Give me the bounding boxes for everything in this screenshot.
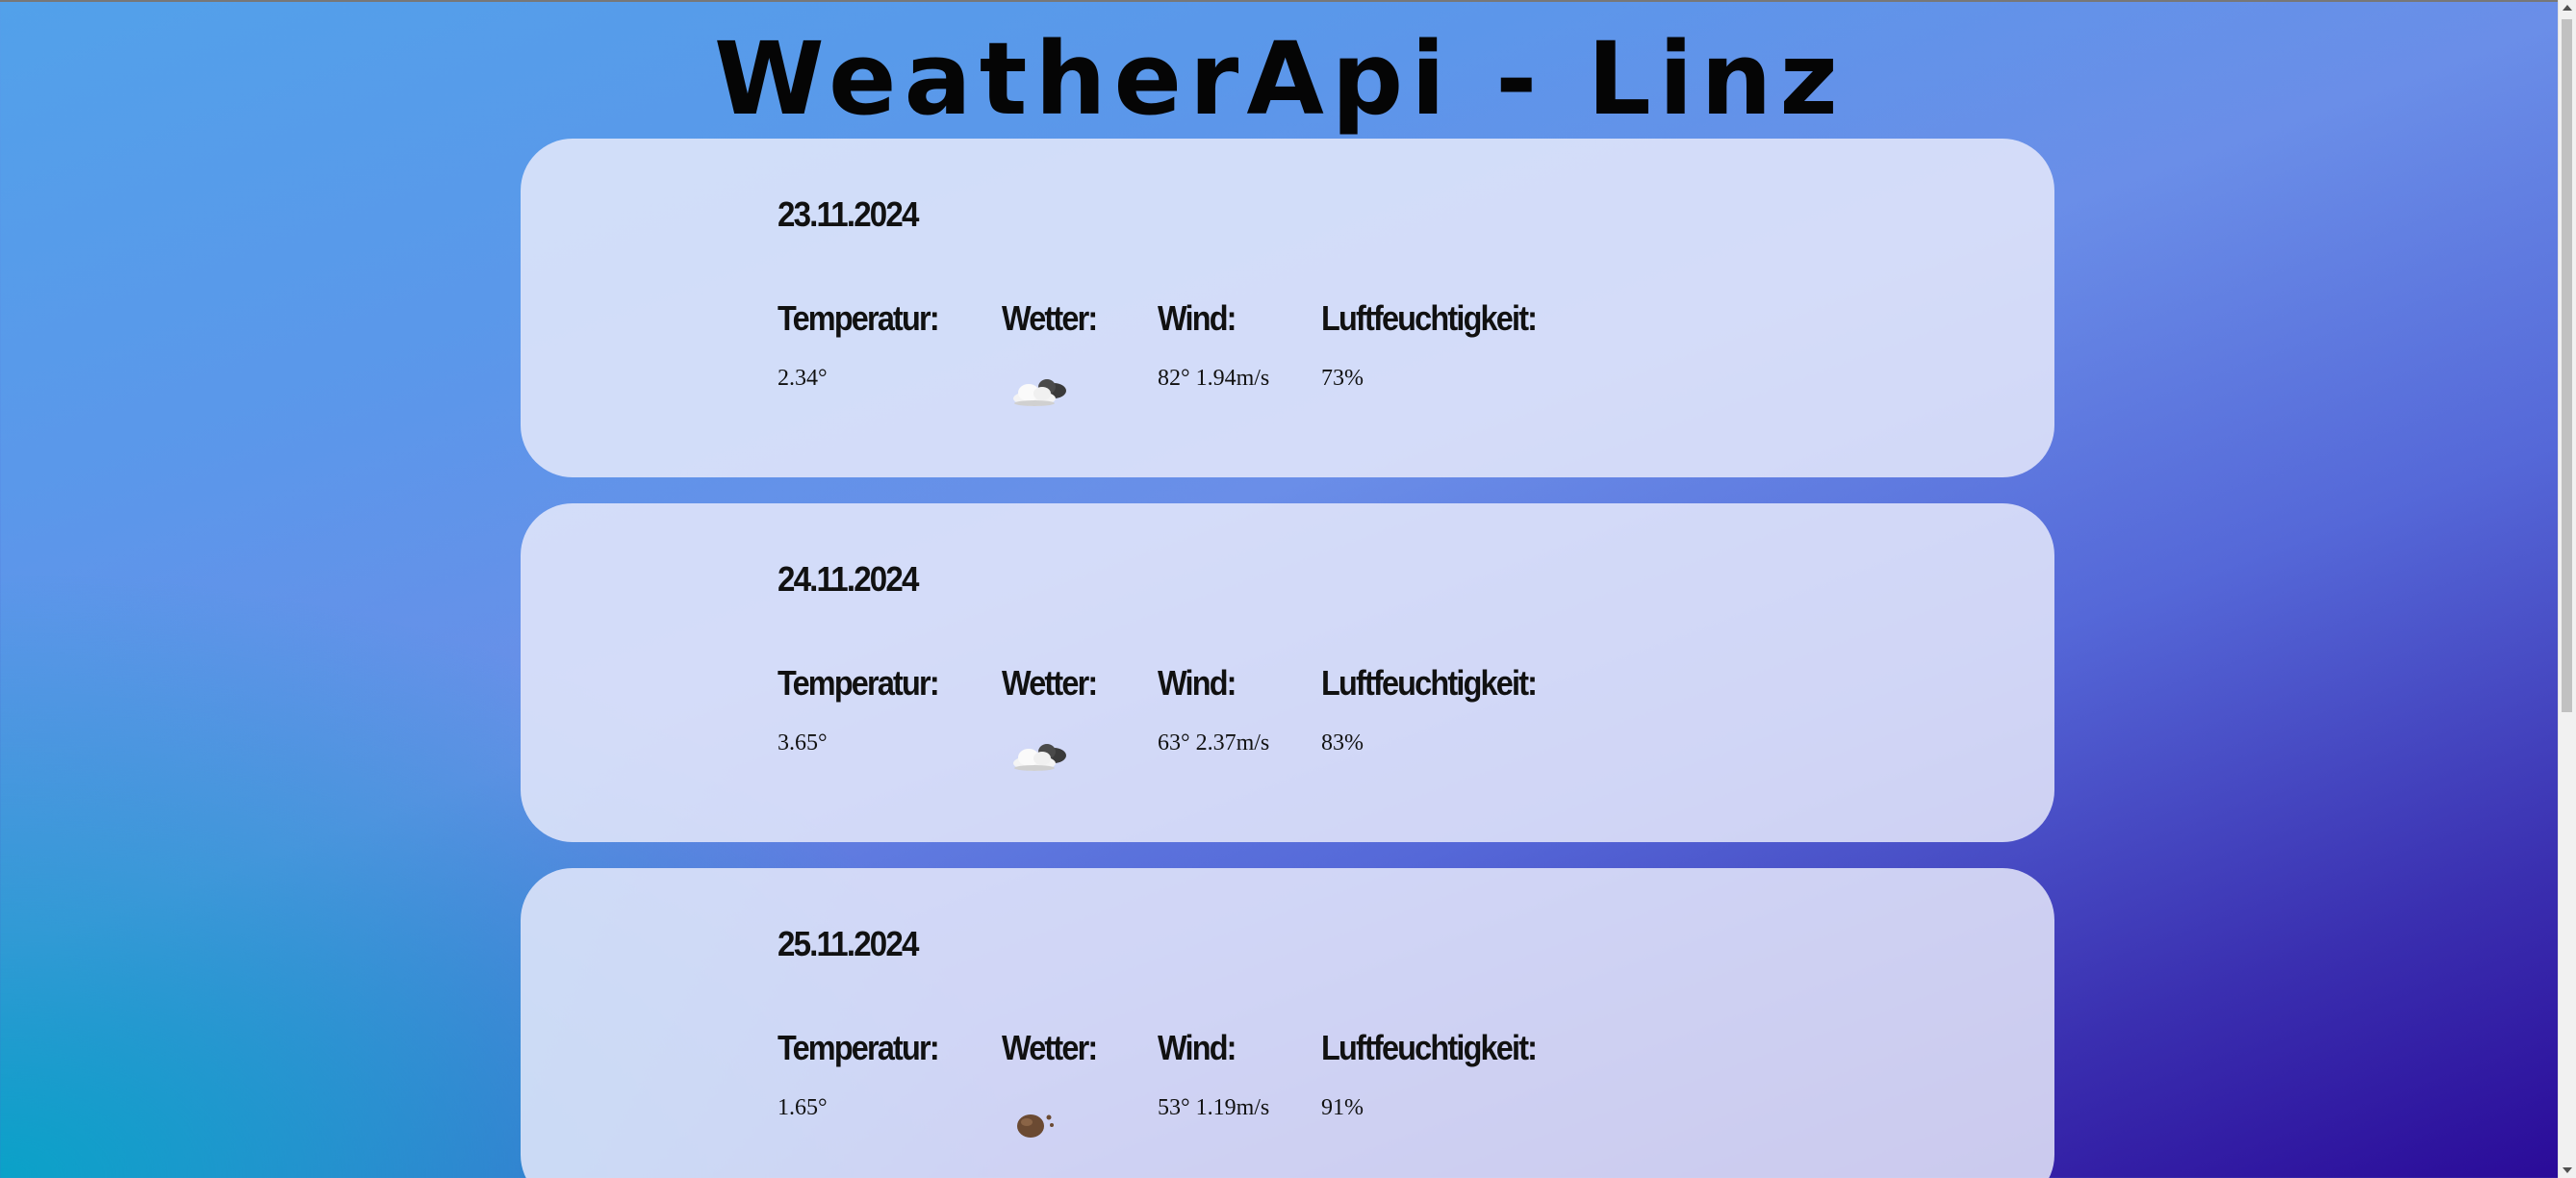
temperature-value: 2.34° — [778, 366, 828, 391]
humidity-value: 73% — [1321, 366, 1364, 391]
wind-label: Wind: — [1158, 298, 1237, 338]
partly-cloudy-icon — [1013, 379, 1066, 406]
page-title: WeatherApi - Linz — [714, 20, 1846, 138]
forecast-card: 25.11.2024 Temperatur: Wetter: Wind: Luf… — [521, 868, 2054, 1178]
vertical-scrollbar[interactable] — [2558, 0, 2576, 1178]
weather-label: Wetter: — [1002, 298, 1098, 338]
scroll-down-arrow-icon[interactable] — [2563, 1167, 2572, 1173]
forecast-card: 24.11.2024 Temperatur: Wetter: Wind: Luf… — [521, 503, 2054, 842]
scroll-up-arrow-icon[interactable] — [2563, 5, 2572, 11]
window-top-border — [0, 0, 2576, 2]
forecast-date: 24.11.2024 — [778, 559, 919, 599]
forecast-date: 23.11.2024 — [778, 194, 919, 234]
weather-label: Wetter: — [1002, 663, 1098, 703]
humidity-label: Luftfeuchtigkeit: — [1321, 298, 1538, 338]
wind-label: Wind: — [1158, 663, 1237, 703]
wind-value: 82° 1.94m/s — [1158, 366, 1270, 391]
humidity-value: 83% — [1321, 730, 1364, 755]
humidity-value: 91% — [1321, 1095, 1364, 1120]
temperature-label: Temperatur: — [778, 663, 940, 703]
partly-cloudy-icon — [1013, 744, 1066, 771]
humidity-label: Luftfeuchtigkeit: — [1321, 1028, 1538, 1067]
forecast-card: 23.11.2024 Temperatur: Wetter: Wind: Luf… — [521, 139, 2054, 477]
weather-label: Wetter: — [1002, 1028, 1098, 1067]
temperature-label: Temperatur: — [778, 1028, 940, 1067]
brown-blob-icon — [1017, 1114, 1054, 1138]
wind-value: 63° 2.37m/s — [1158, 730, 1270, 755]
forecast-date: 25.11.2024 — [778, 924, 919, 963]
wind-label: Wind: — [1158, 1028, 1237, 1067]
wind-value: 53° 1.19m/s — [1158, 1095, 1270, 1120]
temperature-value: 3.65° — [778, 730, 828, 755]
scrollbar-thumb[interactable] — [2562, 19, 2572, 712]
temperature-label: Temperatur: — [778, 298, 940, 338]
humidity-label: Luftfeuchtigkeit: — [1321, 663, 1538, 703]
temperature-value: 1.65° — [778, 1095, 828, 1120]
